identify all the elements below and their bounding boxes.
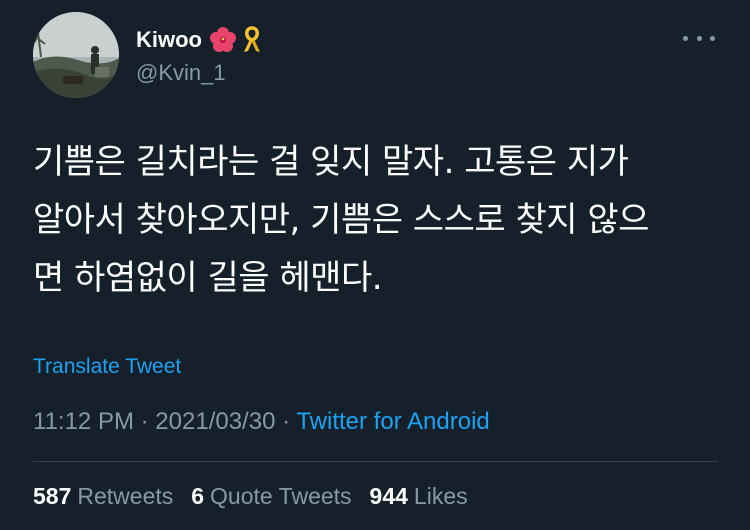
quote-tweets-count: 6 bbox=[191, 483, 205, 509]
author-handle[interactable]: @Kvin_1 bbox=[136, 60, 226, 86]
likes-label: Likes bbox=[413, 483, 468, 509]
tweet-line: 알아서 찾아오지만, 기쁨은 스스로 찾지 않으 bbox=[33, 200, 649, 240]
translate-tweet-link[interactable]: Translate Tweet bbox=[33, 355, 181, 379]
tweet-source-link[interactable]: Twitter for Android bbox=[296, 408, 489, 435]
author-name-row[interactable]: Kiwoo bbox=[136, 26, 262, 54]
avatar-photo bbox=[33, 12, 119, 98]
tweet-meta: 11:12 PM · 2021/03/30 · Twitter for Andr… bbox=[33, 408, 490, 436]
quote-tweets-label: Quote Tweets bbox=[210, 483, 352, 509]
avatar[interactable] bbox=[33, 12, 119, 98]
retweets-count: 587 bbox=[33, 483, 72, 509]
retweets-label: Retweets bbox=[77, 483, 174, 509]
dot-icon bbox=[696, 35, 702, 41]
quote-tweets-stat[interactable]: 6 Quote Tweets bbox=[191, 483, 351, 510]
more-options-icon[interactable] bbox=[683, 28, 715, 48]
likes-count: 944 bbox=[369, 483, 408, 509]
tweet-text: 기쁨은 길치라는 걸 잊지 말자. 고통은 지가 알아서 찾아오지만, 기쁨은 … bbox=[33, 133, 723, 307]
divider bbox=[33, 461, 718, 462]
tweet-date[interactable]: 2021/03/30 bbox=[155, 408, 275, 435]
hibiscus-icon bbox=[210, 27, 236, 53]
tweet-line: 면 하염없이 길을 헤맨다. bbox=[33, 258, 383, 298]
dot-icon bbox=[683, 35, 688, 41]
meta-separator: · bbox=[282, 408, 291, 435]
author-name[interactable]: Kiwoo bbox=[136, 27, 202, 53]
tweet-time[interactable]: 11:12 PM bbox=[33, 408, 134, 435]
tweet-stats: 587 Retweets 6 Quote Tweets 944 Likes bbox=[33, 483, 486, 510]
retweets-stat[interactable]: 587 Retweets bbox=[33, 483, 173, 510]
tweet-line: 기쁨은 길치라는 걸 잊지 말자. 고통은 지가 bbox=[33, 142, 629, 182]
dot-icon bbox=[710, 35, 715, 41]
likes-stat[interactable]: 944 Likes bbox=[370, 483, 468, 510]
yellow-ribbon-icon bbox=[242, 26, 262, 54]
meta-separator: · bbox=[140, 408, 149, 435]
